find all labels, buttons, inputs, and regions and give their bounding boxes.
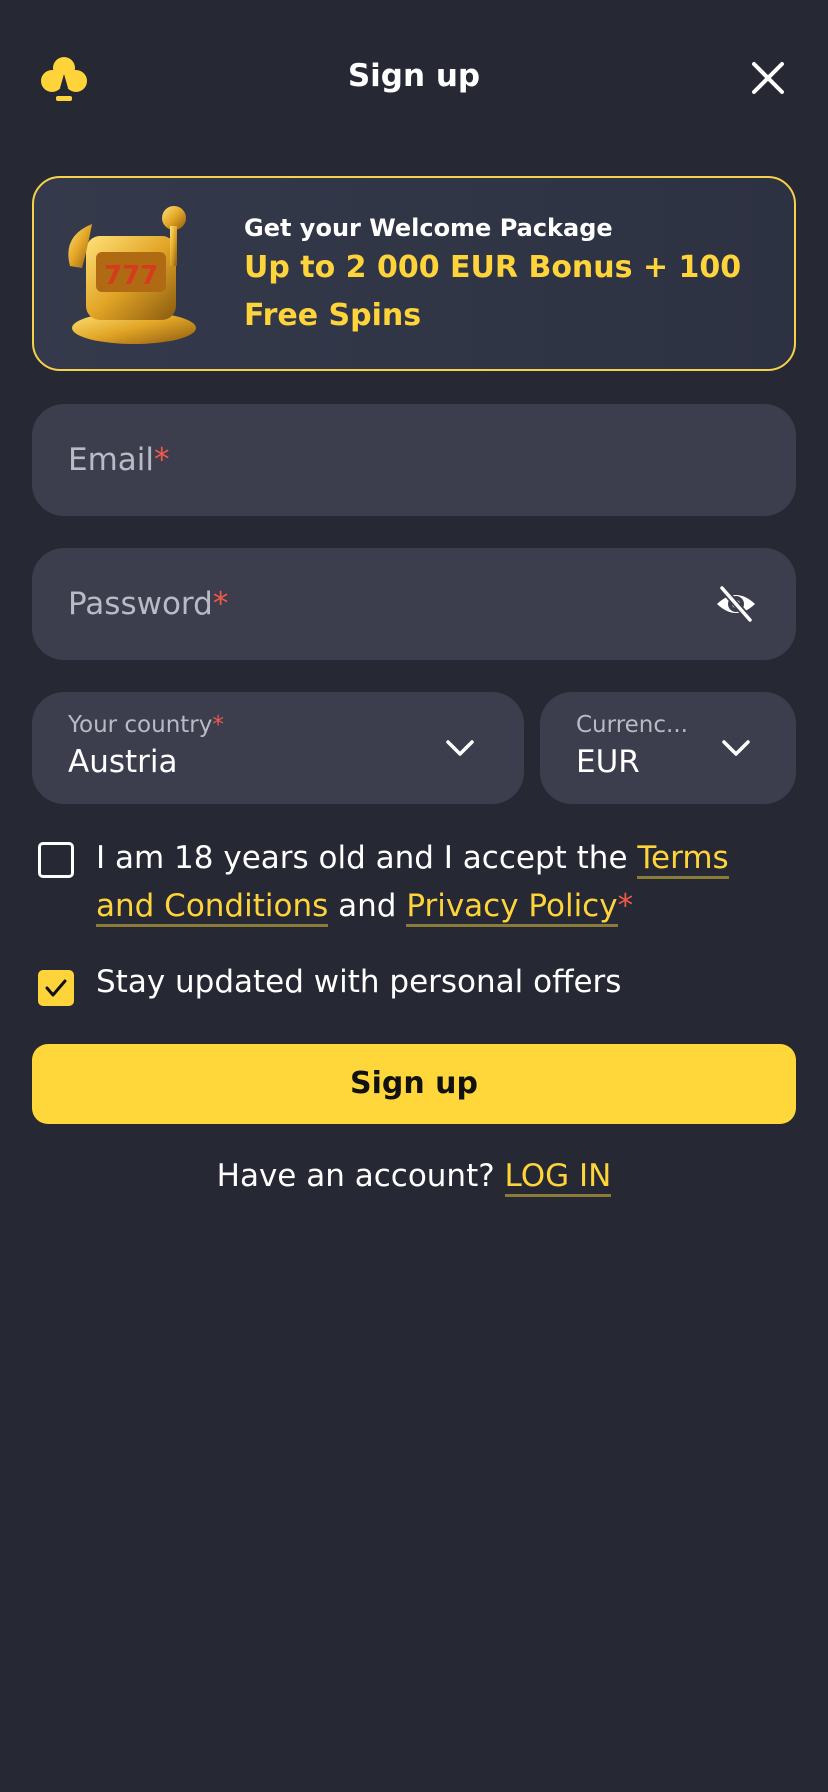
country-value: Austria xyxy=(68,744,178,780)
required-mark: * xyxy=(212,586,229,622)
banner-headline: Up to 2 000 EUR Bonus + 100 Free Spins xyxy=(244,250,742,333)
email-placeholder: Email* xyxy=(68,442,170,478)
chevron-down-icon xyxy=(446,740,474,756)
welcome-banner[interactable]: 777 Get your Welcome Package Up to 2 000… xyxy=(32,176,796,371)
checkmark-icon xyxy=(45,979,67,997)
terms-prefix: I am 18 years old and I accept the xyxy=(96,840,628,876)
currency-value: EUR xyxy=(576,744,640,780)
password-placeholder: Password* xyxy=(68,586,229,622)
password-field[interactable]: Password* xyxy=(32,548,796,660)
terms-text: I am 18 years old and I accept the Terms… xyxy=(96,834,796,930)
country-select[interactable]: Your country* Austria xyxy=(32,692,524,804)
currency-select[interactable]: Currenc... EUR xyxy=(540,692,796,804)
page-title: Sign up xyxy=(347,58,481,94)
terms-conjunction: and xyxy=(338,888,397,924)
chevron-down-icon xyxy=(722,740,750,756)
offers-checkbox[interactable] xyxy=(38,970,74,1006)
close-icon[interactable] xyxy=(748,58,788,98)
offers-label: Stay updated with personal offers xyxy=(96,964,622,1000)
terms-checkbox[interactable] xyxy=(38,842,74,878)
svg-text:777: 777 xyxy=(104,261,158,291)
login-row: Have an account? LOG IN xyxy=(0,1158,828,1197)
required-mark: * xyxy=(617,888,634,924)
country-label: Your country* xyxy=(68,712,224,738)
privacy-link[interactable]: Privacy Policy xyxy=(406,888,618,927)
header: Sign up xyxy=(0,0,828,160)
eye-off-icon[interactable] xyxy=(714,582,758,626)
slot-machine-icon: 777 xyxy=(68,206,196,344)
required-mark: * xyxy=(212,712,224,738)
currency-label: Currenc... xyxy=(576,712,688,738)
banner-kicker: Get your Welcome Package xyxy=(244,214,613,242)
signup-button[interactable]: Sign up xyxy=(32,1044,796,1124)
login-prompt: Have an account? xyxy=(216,1158,495,1194)
email-field[interactable]: Email* xyxy=(32,404,796,516)
required-mark: * xyxy=(154,442,170,478)
login-link[interactable]: LOG IN xyxy=(504,1158,612,1197)
